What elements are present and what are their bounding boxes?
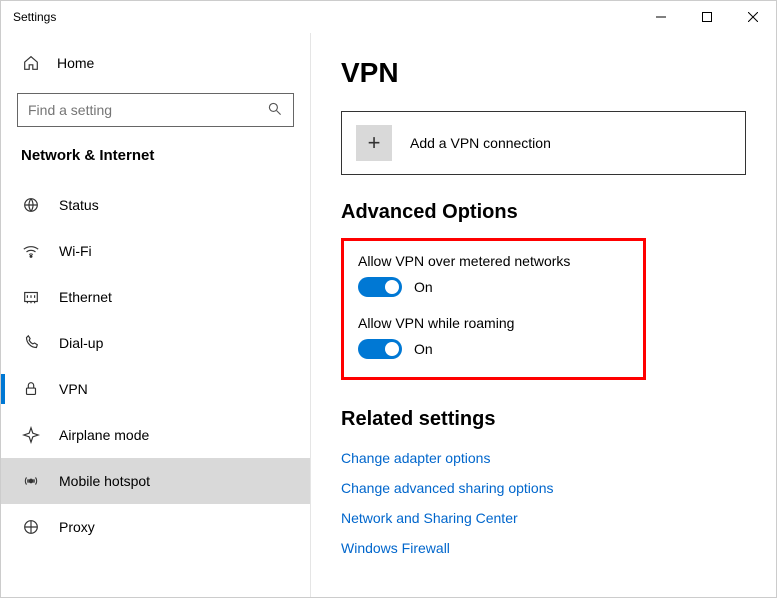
status-icon — [21, 195, 41, 215]
link-sharing-center[interactable]: Network and Sharing Center — [341, 503, 746, 533]
advanced-options-highlight: Allow VPN over metered networks On Allow… — [341, 238, 646, 380]
main-content: VPN + Add a VPN connection Advanced Opti… — [311, 33, 776, 597]
dialup-icon — [21, 333, 41, 353]
airplane-icon — [21, 425, 41, 445]
search-icon — [267, 101, 283, 120]
toggle-label: Allow VPN over metered networks — [358, 253, 629, 269]
category-title: Network & Internet — [1, 141, 310, 182]
plus-icon: + — [356, 125, 392, 161]
toggle-roaming-switch[interactable] — [358, 339, 402, 359]
window-title: Settings — [13, 10, 56, 24]
search-input-wrap[interactable] — [17, 93, 294, 127]
advanced-options-heading: Advanced Options — [341, 201, 746, 224]
sidebar-item-airplane[interactable]: Airplane mode — [1, 412, 310, 458]
sidebar-item-label: Airplane mode — [59, 427, 149, 443]
sidebar-item-label: Status — [59, 197, 99, 213]
sidebar-item-label: Wi-Fi — [59, 243, 92, 259]
sidebar-item-label: Mobile hotspot — [59, 473, 150, 489]
link-sharing-options[interactable]: Change advanced sharing options — [341, 473, 746, 503]
maximize-button[interactable] — [684, 1, 730, 33]
sidebar: Home Network & Internet Status — [1, 33, 311, 597]
search-input[interactable] — [28, 102, 267, 118]
sidebar-item-label: Proxy — [59, 519, 95, 535]
related-settings: Related settings Change adapter options … — [341, 408, 746, 563]
page-title: VPN — [341, 57, 746, 89]
sidebar-item-label: VPN — [59, 381, 88, 397]
proxy-icon — [21, 517, 41, 537]
close-icon — [748, 12, 758, 22]
add-vpn-button[interactable]: + Add a VPN connection — [341, 111, 746, 175]
home-icon — [21, 53, 41, 73]
link-firewall[interactable]: Windows Firewall — [341, 533, 746, 563]
sidebar-item-label: Dial-up — [59, 335, 103, 351]
maximize-icon — [702, 12, 712, 22]
toggle-roaming: Allow VPN while roaming On — [358, 315, 629, 359]
related-heading: Related settings — [341, 408, 746, 431]
sidebar-item-proxy[interactable]: Proxy — [1, 504, 310, 550]
titlebar: Settings — [1, 1, 776, 33]
link-adapter-options[interactable]: Change adapter options — [341, 443, 746, 473]
hotspot-icon — [21, 471, 41, 491]
sidebar-item-label: Ethernet — [59, 289, 112, 305]
sidebar-item-wifi[interactable]: Wi-Fi — [1, 228, 310, 274]
toggle-metered-switch[interactable] — [358, 277, 402, 297]
sidebar-item-status[interactable]: Status — [1, 182, 310, 228]
sidebar-item-dialup[interactable]: Dial-up — [1, 320, 310, 366]
toggle-state: On — [414, 341, 433, 357]
toggle-metered: Allow VPN over metered networks On — [358, 253, 629, 297]
toggle-state: On — [414, 279, 433, 295]
ethernet-icon — [21, 287, 41, 307]
minimize-button[interactable] — [638, 1, 684, 33]
add-vpn-label: Add a VPN connection — [410, 135, 551, 151]
toggle-label: Allow VPN while roaming — [358, 315, 629, 331]
home-label: Home — [57, 55, 94, 71]
sidebar-item-vpn[interactable]: VPN — [1, 366, 310, 412]
minimize-icon — [656, 12, 666, 22]
wifi-icon — [21, 241, 41, 261]
close-button[interactable] — [730, 1, 776, 33]
home-button[interactable]: Home — [1, 43, 310, 83]
sidebar-item-ethernet[interactable]: Ethernet — [1, 274, 310, 320]
nav-list: Status Wi-Fi Ethernet Dial-up VPN — [1, 182, 310, 550]
sidebar-item-hotspot[interactable]: Mobile hotspot — [1, 458, 310, 504]
vpn-icon — [21, 379, 41, 399]
